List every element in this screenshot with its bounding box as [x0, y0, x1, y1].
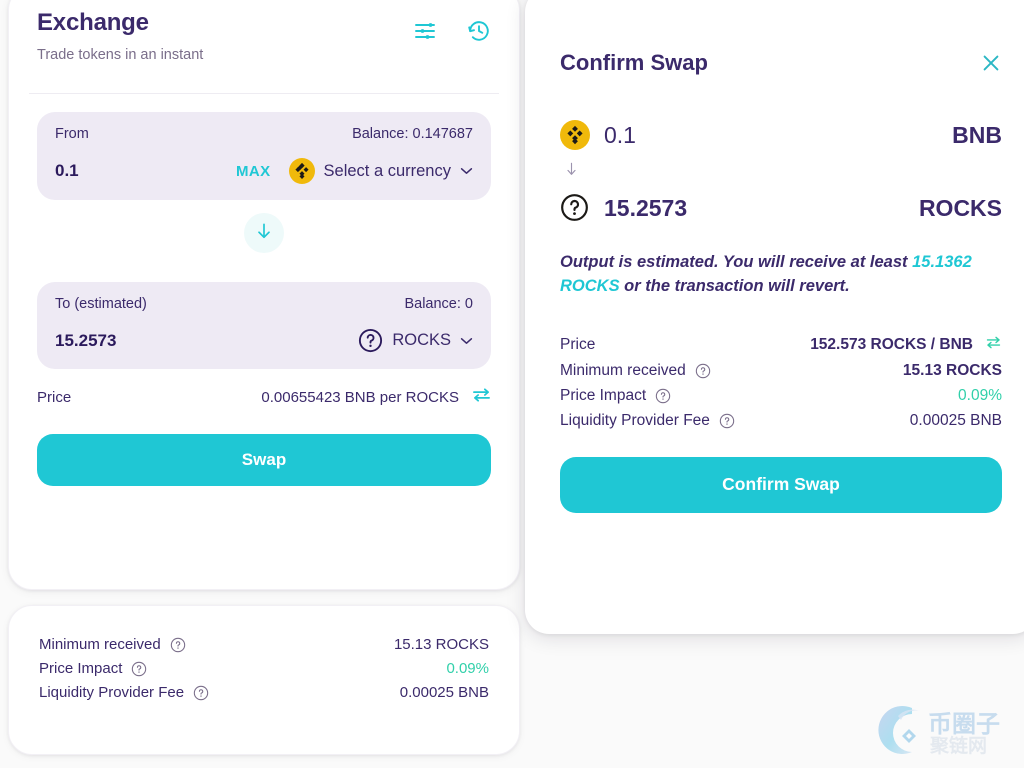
from-panel-wrapper: From Balance: 0.147687 0.1 MAX Select a … [9, 94, 519, 200]
switch-tokens-wrapper [9, 200, 519, 264]
modal-row-price: Price 152.573 ROCKS / BNB [560, 335, 1002, 355]
from-currency-select[interactable]: Select a currency [288, 158, 473, 184]
price-label: Price [37, 389, 72, 406]
close-icon[interactable] [980, 52, 1002, 74]
estimated-output-note: Output is estimated. You will receive at… [525, 223, 1024, 299]
price-row: Price 0.00655423 BNB per ROCKS [9, 369, 519, 408]
modal-row-label: Price Impact [560, 386, 647, 404]
max-button[interactable]: MAX [236, 163, 271, 180]
to-currency-label: ROCKS [392, 331, 451, 349]
swap-button[interactable]: Swap [37, 434, 491, 486]
note-prefix: Output is estimated. You will receive at… [560, 253, 913, 271]
price-value-wrapper: 0.00655423 BNB per ROCKS [261, 387, 491, 408]
page-subtitle: Trade tokens in an instant [37, 47, 204, 63]
chevron-down-icon [460, 167, 473, 175]
note-suffix: or the transaction will revert. [619, 276, 850, 295]
help-icon[interactable] [170, 637, 186, 653]
from-label: From [55, 126, 89, 142]
modal-row-label: Minimum received [560, 361, 686, 379]
help-icon[interactable] [695, 363, 711, 379]
modal-to-symbol: ROCKS [918, 194, 1002, 221]
header-actions [413, 19, 491, 43]
modal-row-value: 0.00025 BNB [909, 411, 1002, 429]
swap-direction-icon[interactable] [985, 335, 1002, 355]
details-row-liquidity-provider-fee: Liquidity Provider Fee 0.00025 BNB [39, 684, 489, 701]
unknown-token-question-icon [560, 193, 590, 223]
exchange-header: Exchange Trade tokens in an instant [9, 0, 519, 81]
modal-row-price-impact: Price Impact 0.09% [560, 387, 1002, 405]
help-icon[interactable] [719, 413, 735, 429]
from-currency-label: Select a currency [323, 161, 451, 180]
modal-row-label: Price [560, 335, 596, 353]
to-balance: Balance: 0 [404, 296, 473, 312]
to-amount-input[interactable]: 15.2573 [55, 331, 358, 351]
to-currency-select[interactable]: ROCKS [358, 328, 473, 353]
details-row-minimum-received: Minimum received 15.13 ROCKS [39, 636, 489, 653]
details-label: Liquidity Provider Fee [39, 684, 185, 701]
details-label: Minimum received [39, 636, 161, 653]
confirm-swap-button[interactable]: Confirm Swap [560, 456, 1002, 513]
to-token-panel: To (estimated) Balance: 0 15.2573 ROCKS [37, 282, 491, 369]
modal-row-value: 0.09% [958, 386, 1002, 404]
help-icon[interactable] [131, 661, 147, 677]
sliders-icon[interactable] [413, 19, 437, 43]
details-value: 0.09% [446, 660, 489, 677]
arrow-down-icon [254, 221, 274, 246]
to-label: To (estimated) [55, 296, 147, 312]
modal-from-amount: 0.1 [604, 121, 636, 148]
swap-direction-icon[interactable] [472, 387, 491, 408]
from-token-panel: From Balance: 0.147687 0.1 MAX Select a … [37, 112, 491, 200]
modal-title: Confirm Swap [560, 50, 708, 75]
chevron-down-icon [460, 337, 473, 345]
modal-from-symbol: BNB [952, 121, 1002, 148]
details-row-price-impact: Price Impact 0.09% [39, 660, 489, 677]
from-balance: Balance: 0.147687 [352, 126, 473, 142]
modal-row-liquidity-provider-fee: Liquidity Provider Fee 0.00025 BNB [560, 412, 1002, 430]
arrow-down-icon [563, 162, 580, 184]
app-root: Exchange Trade tokens in an instant From… [0, 0, 1024, 768]
from-amount-input[interactable]: 0.1 [55, 161, 236, 181]
confirm-swap-modal: Confirm Swap 0.1 BNB 15.2573 ROCKS Outpu… [525, 0, 1024, 634]
modal-direction-arrow [525, 150, 1024, 193]
help-icon[interactable] [655, 388, 671, 404]
modal-header: Confirm Swap [525, 0, 1024, 76]
modal-to-line: 15.2573 ROCKS [525, 193, 1024, 223]
modal-to-amount: 15.2573 [604, 194, 688, 221]
switch-tokens-button[interactable] [244, 213, 284, 253]
modal-row-minimum-received: Minimum received 15.13 ROCKS [560, 362, 1002, 380]
modal-row-value: 152.573 ROCKS / BNB [810, 335, 973, 353]
modal-from-line: 0.1 BNB [525, 120, 1024, 150]
help-icon[interactable] [193, 685, 209, 701]
modal-details: Price 152.573 ROCKS / BNB Minimum receiv… [525, 299, 1024, 430]
details-label: Price Impact [39, 660, 123, 677]
to-panel-wrapper: To (estimated) Balance: 0 15.2573 ROCKS [9, 264, 519, 369]
bnb-token-icon [560, 120, 590, 150]
swap-details-card: Minimum received 15.13 ROCKS Price Impac… [8, 605, 520, 755]
unknown-token-question-icon [358, 328, 383, 353]
exchange-card: Exchange Trade tokens in an instant From… [8, 0, 520, 590]
details-value: 0.00025 BNB [399, 684, 489, 701]
watermark-text: 币圈子 [928, 710, 1000, 738]
modal-row-value: 15.13 ROCKS [902, 361, 1002, 379]
history-clock-icon[interactable] [467, 19, 491, 43]
bnb-token-icon [288, 158, 315, 184]
details-value: 15.13 ROCKS [393, 636, 489, 653]
watermark: 币圈子 聚链网 [868, 698, 1018, 762]
price-value: 0.00655423 BNB per ROCKS [261, 389, 459, 406]
watermark-subtext: 聚链网 [929, 734, 987, 757]
modal-row-label: Liquidity Provider Fee [560, 411, 710, 429]
